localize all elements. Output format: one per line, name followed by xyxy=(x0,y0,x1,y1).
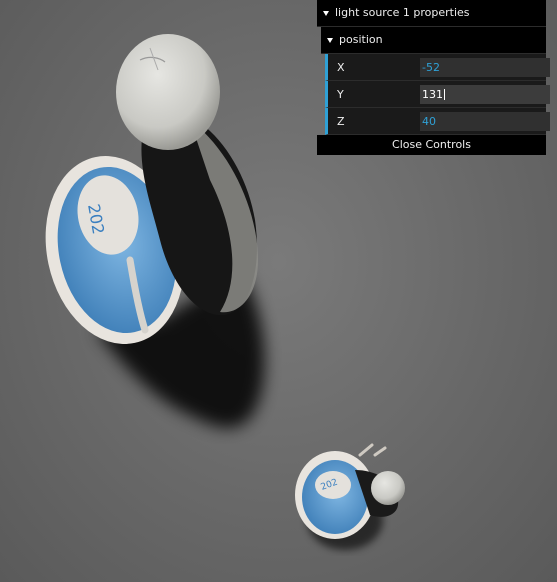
folder-position[interactable]: position xyxy=(321,27,546,54)
large-figure: 202 xyxy=(45,34,258,344)
z-value: 40 xyxy=(422,114,436,128)
close-controls-button[interactable]: Close Controls xyxy=(317,135,546,155)
field-label-y: Y xyxy=(337,87,344,101)
field-row-y: Y 131 xyxy=(325,81,550,108)
controls-panel: light source 1 properties position X -52… xyxy=(317,0,550,155)
folder-light-source-1[interactable]: light source 1 properties xyxy=(317,0,546,27)
y-input[interactable]: 131 xyxy=(420,84,550,104)
field-row-x: X -52 xyxy=(325,54,550,81)
small-figure: 202 xyxy=(295,443,405,539)
field-label-z: Z xyxy=(337,114,345,128)
z-input[interactable]: 40 xyxy=(420,111,550,131)
x-value: -52 xyxy=(422,60,440,74)
subfolder-title-label: position xyxy=(339,33,383,46)
folder-title-label: light source 1 properties xyxy=(335,6,470,19)
field-label-x: X xyxy=(337,60,345,74)
x-input[interactable]: -52 xyxy=(420,57,550,77)
field-row-z: Z 40 xyxy=(325,108,550,135)
3d-viewport[interactable]: 202 202 light source 1 properties positi… xyxy=(0,0,557,582)
text-cursor xyxy=(444,89,445,100)
y-value: 131 xyxy=(422,87,443,101)
caret-down-icon xyxy=(323,10,329,16)
caret-down-icon xyxy=(327,37,333,43)
